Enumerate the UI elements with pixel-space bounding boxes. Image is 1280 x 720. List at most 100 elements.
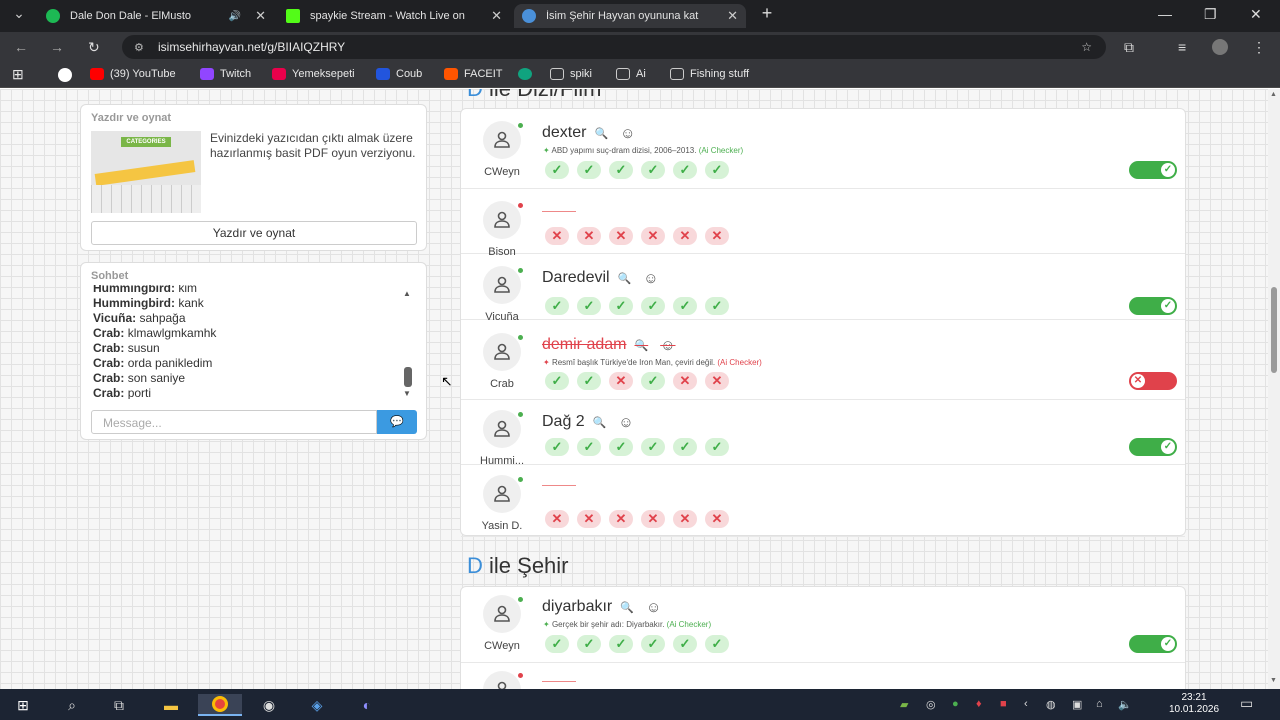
vote-reject[interactable]: ✕ bbox=[673, 372, 697, 390]
close-icon[interactable]: ✕ bbox=[727, 8, 738, 24]
send-button[interactable]: 💬 bbox=[377, 410, 417, 434]
search-icon[interactable]: 🔍 bbox=[618, 272, 632, 285]
search-icon[interactable]: 🔍 bbox=[620, 601, 634, 614]
vote-approve[interactable]: ✓ bbox=[577, 635, 601, 653]
search-icon[interactable]: 🔍 bbox=[634, 339, 648, 352]
vote-approve[interactable]: ✓ bbox=[705, 438, 729, 456]
scrollbar-thumb[interactable] bbox=[1271, 287, 1277, 373]
vote-reject[interactable]: ✕ bbox=[609, 372, 633, 390]
page-scrollbar[interactable]: ▲ ▼ bbox=[1268, 89, 1280, 689]
windows-start-icon[interactable]: ⊞ bbox=[8, 694, 38, 716]
new-tab-icon[interactable]: + bbox=[752, 2, 782, 24]
reload-icon[interactable]: ↻ bbox=[88, 39, 100, 56]
close-icon[interactable]: ✕ bbox=[255, 8, 266, 24]
vote-reject[interactable]: ✕ bbox=[545, 510, 569, 528]
tab-2[interactable]: İsim Şehir Hayvan oyununa kat ✕ bbox=[514, 4, 746, 28]
emoji-react-icon[interactable]: ☺ bbox=[643, 270, 658, 287]
validity-toggle[interactable]: ✕ bbox=[1129, 372, 1177, 390]
discord-icon[interactable]: ◐ bbox=[352, 694, 382, 716]
file-explorer-icon[interactable]: ▬ bbox=[156, 694, 186, 716]
star-icon[interactable]: ☆ bbox=[1081, 40, 1092, 54]
vote-approve[interactable]: ✓ bbox=[641, 297, 665, 315]
network-icon[interactable]: ⌂ bbox=[1096, 698, 1103, 710]
bookmark-spiki[interactable]: spiki bbox=[550, 68, 592, 80]
emoji-react-icon[interactable]: ☺ bbox=[646, 599, 661, 616]
vote-reject[interactable]: ✕ bbox=[577, 510, 601, 528]
vote-approve[interactable]: ✓ bbox=[641, 635, 665, 653]
validity-toggle[interactable]: ✓ bbox=[1129, 438, 1177, 456]
tray-icon[interactable]: ● bbox=[952, 698, 959, 710]
tray-icon[interactable]: ◎ bbox=[926, 698, 936, 711]
vote-approve[interactable]: ✓ bbox=[609, 438, 633, 456]
tab-0[interactable]: Dale Don Dale - ElMusto 🔊 ✕ bbox=[38, 4, 274, 28]
vote-approve[interactable]: ✓ bbox=[609, 635, 633, 653]
vote-approve[interactable]: ✓ bbox=[545, 372, 569, 390]
vote-approve[interactable]: ✓ bbox=[545, 297, 569, 315]
tray-icon[interactable]: ♦ bbox=[976, 698, 982, 710]
vote-approve[interactable]: ✓ bbox=[577, 438, 601, 456]
task-view-icon[interactable]: ⧉ bbox=[104, 694, 134, 716]
extensions-icon[interactable]: ⧉ bbox=[1124, 39, 1134, 56]
vote-approve[interactable]: ✓ bbox=[641, 372, 665, 390]
emoji-react-icon[interactable]: ☺ bbox=[620, 125, 635, 142]
vote-approve[interactable]: ✓ bbox=[673, 635, 697, 653]
tray-icon[interactable]: ◍ bbox=[1046, 698, 1056, 711]
vote-approve[interactable]: ✓ bbox=[641, 438, 665, 456]
site-info-icon[interactable]: ⚙ bbox=[134, 41, 144, 54]
scroll-up-icon[interactable]: ▲ bbox=[1270, 91, 1277, 98]
clock[interactable]: 23:21 10.01.2026 bbox=[1164, 692, 1224, 716]
bookmark-yemeksepeti[interactable]: Yemeksepeti bbox=[272, 68, 355, 80]
google-icon[interactable] bbox=[58, 68, 78, 82]
vote-approve[interactable]: ✓ bbox=[673, 438, 697, 456]
vote-reject[interactable]: ✕ bbox=[545, 227, 569, 245]
vote-reject[interactable]: ✕ bbox=[641, 227, 665, 245]
chevron-icon[interactable]: ‹ bbox=[1024, 698, 1028, 710]
tray-icon[interactable]: ■ bbox=[1000, 698, 1007, 710]
vote-approve[interactable]: ✓ bbox=[577, 372, 601, 390]
search-icon[interactable]: 🔍 bbox=[594, 127, 608, 140]
vote-reject[interactable]: ✕ bbox=[673, 227, 697, 245]
restore-icon[interactable]: ❐ bbox=[1204, 6, 1217, 23]
obs-icon[interactable]: ◉ bbox=[254, 694, 284, 716]
bookmark-coub[interactable]: Coub bbox=[376, 68, 422, 80]
scroll-up-icon[interactable]: ▲ bbox=[403, 289, 411, 298]
scroll-down-icon[interactable]: ▼ bbox=[1270, 677, 1277, 684]
vote-approve[interactable]: ✓ bbox=[673, 161, 697, 179]
validity-toggle[interactable]: ✓ bbox=[1129, 635, 1177, 653]
vote-approve[interactable]: ✓ bbox=[705, 297, 729, 315]
vote-reject[interactable]: ✕ bbox=[609, 227, 633, 245]
tray-icon[interactable]: ▣ bbox=[1072, 698, 1082, 711]
vote-approve[interactable]: ✓ bbox=[705, 635, 729, 653]
bookmark-faceit[interactable]: FACEIT bbox=[444, 68, 503, 80]
media-icon[interactable]: ≡ bbox=[1178, 39, 1186, 55]
print-button[interactable]: Yazdır ve oynat bbox=[91, 221, 417, 245]
validity-toggle[interactable]: ✓ bbox=[1129, 161, 1177, 179]
vote-approve[interactable]: ✓ bbox=[545, 161, 569, 179]
message-input[interactable]: Message... bbox=[91, 410, 377, 434]
vote-approve[interactable]: ✓ bbox=[705, 161, 729, 179]
emoji-react-icon[interactable]: ☺ bbox=[618, 414, 633, 431]
vote-approve[interactable]: ✓ bbox=[673, 297, 697, 315]
vote-approve[interactable]: ✓ bbox=[577, 297, 601, 315]
vote-approve[interactable]: ✓ bbox=[609, 161, 633, 179]
vote-reject[interactable]: ✕ bbox=[641, 510, 665, 528]
volume-icon[interactable]: 🔈 bbox=[1118, 698, 1132, 711]
validity-toggle[interactable]: ✓ bbox=[1129, 297, 1177, 315]
window-close-icon[interactable]: ✕ bbox=[1250, 6, 1262, 23]
audio-icon[interactable]: 🔊 bbox=[229, 11, 241, 22]
address-bar[interactable]: ⚙ isimsehirhayvan.net/g/BIIAIQZHRY ☆ bbox=[122, 35, 1106, 59]
minimize-icon[interactable]: — bbox=[1158, 6, 1172, 22]
vote-approve[interactable]: ✓ bbox=[545, 635, 569, 653]
apps-icon[interactable]: ⊞ bbox=[12, 66, 24, 83]
menu-icon[interactable]: ⋮ bbox=[1252, 39, 1266, 56]
search-icon[interactable]: ⌕ bbox=[57, 694, 87, 716]
bookmark-fishing[interactable]: Fishing stuff bbox=[670, 68, 749, 80]
notification-icon[interactable]: ▭ bbox=[1240, 695, 1253, 712]
nvidia-icon[interactable]: ▰ bbox=[900, 698, 908, 711]
forward-icon[interactable]: → bbox=[50, 39, 64, 55]
vote-approve[interactable]: ✓ bbox=[641, 161, 665, 179]
vote-reject[interactable]: ✕ bbox=[577, 227, 601, 245]
chrome-taskbar-icon[interactable] bbox=[198, 694, 242, 716]
scroll-down-icon[interactable]: ▼ bbox=[403, 389, 411, 398]
tab-search-icon[interactable]: ⌄ bbox=[4, 2, 34, 24]
